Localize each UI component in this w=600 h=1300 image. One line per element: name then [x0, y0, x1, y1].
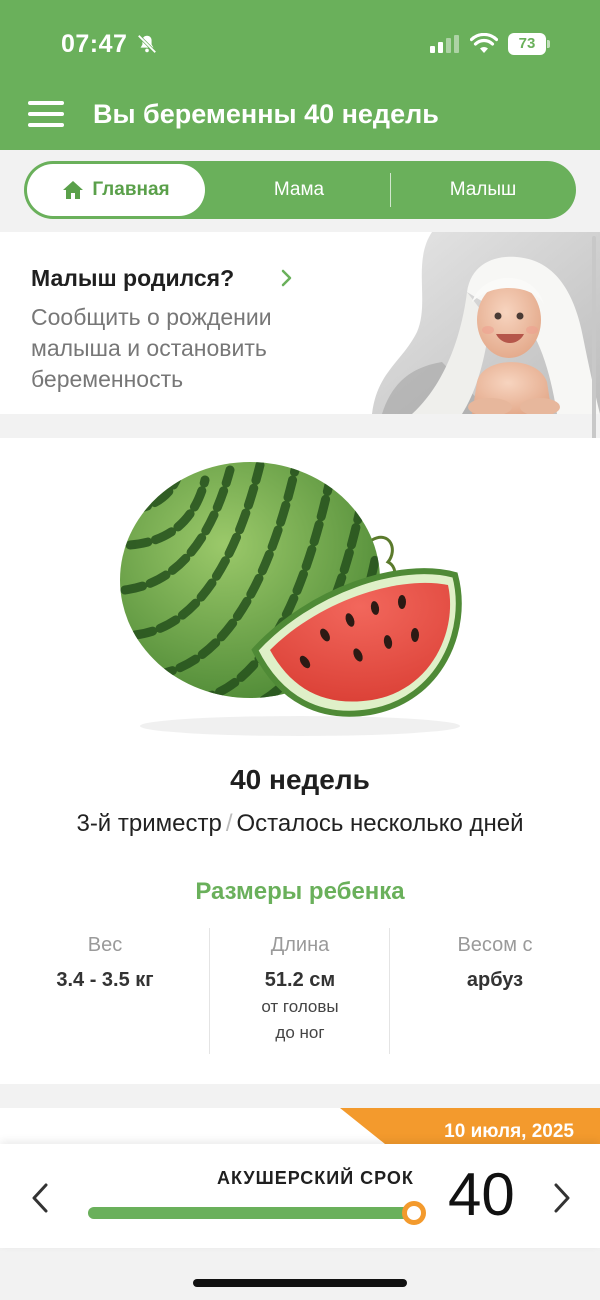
weight-stat: Вес 3.4 - 3.5 кг — [20, 934, 190, 992]
week-selector: АКУШЕРСКИЙ СРОК 40 — [0, 1144, 600, 1248]
chevron-right-icon — [281, 269, 292, 287]
length-note-line2: до ног — [275, 1023, 325, 1042]
baby-sizes-title: Размеры ребенка — [195, 878, 405, 905]
banner-title: Малыш родился? — [31, 265, 235, 291]
compare-stat: Весом с арбуз — [400, 934, 590, 992]
compare-label: Весом с — [457, 934, 533, 956]
remaining-label: Осталось несколько дней — [236, 810, 524, 837]
tab-divider — [390, 173, 391, 207]
hamburger-menu-icon[interactable] — [28, 101, 64, 129]
signal-icon — [430, 35, 459, 53]
home-indicator[interactable] — [193, 1279, 407, 1287]
wifi-icon — [470, 33, 498, 53]
week-card: 40 недель 3-й триместр / Осталось нескольк… — [0, 438, 600, 1084]
week-progress-slider[interactable] — [88, 1201, 426, 1225]
segmented-tabs: Главная Мама Малыш — [24, 161, 576, 219]
week-subtitle: 3-й триместр / Осталось несколько дней — [0, 810, 600, 838]
week-title: 40 недель — [230, 764, 370, 795]
banner-description: Сообщить о рождении малыша и остановить … — [31, 304, 272, 392]
chevron-left-icon[interactable] — [30, 1182, 50, 1214]
length-label: Длина — [270, 934, 330, 956]
weight-value: 3.4 - 3.5 кг — [56, 969, 154, 991]
bell-off-icon — [137, 34, 157, 54]
date-label: 10 июля, 2025 — [444, 1121, 574, 1142]
slider-knob[interactable] — [402, 1201, 426, 1225]
baby-photo — [372, 232, 600, 414]
tab-home[interactable]: Главная — [27, 164, 205, 216]
chevron-right-icon[interactable] — [552, 1182, 572, 1214]
weight-label: Вес — [87, 934, 123, 956]
length-stat: Длина 51.2 см от головы до ног — [210, 934, 390, 1046]
compare-value: арбуз — [466, 969, 524, 991]
page-title: Вы беременны 40 недель — [93, 99, 439, 129]
home-icon — [63, 181, 84, 199]
trimester-label: 3-й триместр — [76, 810, 222, 837]
current-week-number: 40 — [448, 1161, 515, 1228]
length-value: 51.2 см — [264, 969, 336, 991]
battery-icon: 73 — [508, 33, 550, 55]
status-time: 07:47 — [61, 30, 128, 58]
stat-divider — [389, 928, 390, 1054]
tab-mama[interactable]: Мама — [214, 161, 384, 219]
app-header: 07:47 73 Вы беременны 40 недель — [0, 0, 600, 150]
obstetric-term-label: АКУШЕРСКИЙ СРОК — [217, 1168, 414, 1188]
watermelon-icon — [120, 462, 462, 736]
length-note-line1: от головы — [261, 997, 339, 1016]
tab-home-label: Главная — [92, 179, 170, 200]
tab-baby[interactable]: Малыш — [396, 161, 570, 219]
separator: / — [225, 810, 233, 837]
tabs-area: Главная Мама Малыш — [0, 150, 600, 232]
week-progress-fill — [88, 1207, 414, 1219]
baby-born-banner[interactable]: Малыш родился? Сообщить о рождении малыш… — [0, 232, 600, 414]
battery-level: 73 — [508, 33, 546, 55]
